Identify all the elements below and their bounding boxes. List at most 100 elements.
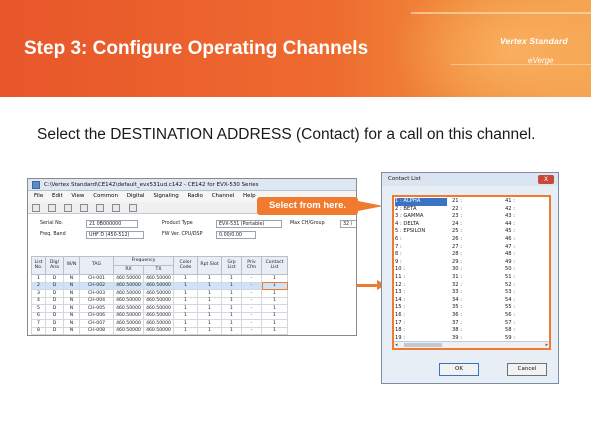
list-item[interactable]: 17 :: [395, 320, 447, 328]
list-item[interactable]: 47 :: [505, 244, 549, 252]
table-row[interactable]: 5 D N CH-005 460.50000 460.50000 1 1 1-1: [31, 304, 288, 313]
table-cell[interactable]: 1: [221, 281, 242, 290]
table-row[interactable]: 8 D N CH-008 460.50000 460.50000 1 1 1-1: [31, 326, 288, 335]
list-item[interactable]: 26 :: [452, 236, 498, 244]
table-cell[interactable]: 1: [197, 274, 222, 283]
table-cell[interactable]: 1: [31, 274, 46, 283]
table-cell[interactable]: D: [45, 289, 64, 298]
list-item[interactable]: 14 :: [395, 297, 447, 305]
table-cell[interactable]: 460.50000: [113, 289, 144, 298]
list-item[interactable]: 32 :: [452, 282, 498, 290]
list-item[interactable]: 12 :: [395, 282, 447, 290]
table-cell[interactable]: CH-004: [79, 296, 114, 305]
list-item[interactable]: 29 :: [452, 259, 498, 267]
list-item[interactable]: 13 :: [395, 289, 447, 297]
table-cell[interactable]: 1: [197, 304, 222, 313]
table-cell[interactable]: 7: [31, 319, 46, 328]
list-item[interactable]: 18 :: [395, 327, 447, 335]
list-item[interactable]: 11 :: [395, 274, 447, 282]
list-item[interactable]: 31 :: [452, 274, 498, 282]
table-cell[interactable]: 1: [261, 281, 288, 290]
table-cell[interactable]: 460.50000: [113, 296, 144, 305]
table-cell[interactable]: 1: [173, 319, 198, 328]
table-cell[interactable]: CH-001: [79, 274, 114, 283]
table-cell[interactable]: 1: [197, 296, 222, 305]
table-cell[interactable]: N: [63, 326, 80, 335]
table-cell[interactable]: 1: [261, 304, 288, 313]
list-item[interactable]: 58 :: [505, 327, 549, 335]
table-cell[interactable]: 1: [261, 289, 288, 298]
new-file-icon[interactable]: [32, 204, 40, 212]
table-cell[interactable]: 460.50000: [143, 311, 174, 320]
menu-edit[interactable]: Edit: [52, 193, 63, 199]
table-cell[interactable]: 460.50000: [143, 289, 174, 298]
list-item[interactable]: 48 :: [505, 251, 549, 259]
table-cell[interactable]: 460.50000: [113, 304, 144, 313]
list-item[interactable]: 33 :: [452, 289, 498, 297]
list-item[interactable]: 2 : BETA: [395, 206, 447, 214]
list-item[interactable]: 51 :: [505, 274, 549, 282]
table-cell[interactable]: -: [241, 274, 262, 283]
menu-signaling[interactable]: Signaling: [153, 193, 178, 199]
table-cell[interactable]: CH-007: [79, 319, 114, 328]
col-header[interactable]: TAG: [79, 256, 114, 275]
list-item[interactable]: 30 :: [452, 266, 498, 274]
list-item[interactable]: 24 :: [452, 221, 498, 229]
list-item[interactable]: 43 :: [505, 213, 549, 221]
table-cell[interactable]: -: [241, 304, 262, 313]
table-cell[interactable]: CH-008: [79, 326, 114, 335]
list-item[interactable]: 56 :: [505, 312, 549, 320]
table-cell[interactable]: 1: [173, 304, 198, 313]
list-item[interactable]: 9 :: [395, 259, 447, 267]
table-cell[interactable]: 1: [173, 326, 198, 335]
table-cell[interactable]: D: [45, 319, 64, 328]
table-cell[interactable]: 1: [221, 289, 242, 298]
contact-listbox[interactable]: 1 : ALPHA 2 : BETA 3 : GAMMA 4 : DELTA 5 : E…: [392, 195, 551, 350]
read-radio-icon[interactable]: [96, 204, 105, 212]
table-cell[interactable]: 1: [261, 311, 288, 320]
table-cell[interactable]: 3: [31, 289, 46, 298]
table-cell[interactable]: 1: [221, 319, 242, 328]
max-ch-field[interactable]: 32 /: [340, 220, 356, 228]
table-cell[interactable]: 1: [221, 296, 242, 305]
col-header[interactable]: Rpt Slot: [197, 256, 222, 275]
table-cell[interactable]: 5: [31, 304, 46, 313]
menu-digital[interactable]: Digital: [127, 193, 145, 199]
table-cell[interactable]: 460.50000: [113, 281, 144, 290]
list-item[interactable]: 34 :: [452, 297, 498, 305]
col-header[interactable]: Color Code: [173, 256, 198, 275]
table-cell[interactable]: D: [45, 311, 64, 320]
table-cell[interactable]: N: [63, 289, 80, 298]
table-cell[interactable]: D: [45, 281, 64, 290]
list-item[interactable]: 23 :: [452, 213, 498, 221]
list-item[interactable]: 38 :: [452, 327, 498, 335]
table-cell[interactable]: 1: [173, 281, 198, 290]
table-cell[interactable]: CH-002: [79, 281, 114, 290]
table-cell[interactable]: 1: [197, 326, 222, 335]
menu-common[interactable]: Common: [93, 193, 118, 199]
table-cell[interactable]: 460.50000: [143, 326, 174, 335]
table-cell[interactable]: 460.50000: [113, 319, 144, 328]
table-cell[interactable]: D: [45, 326, 64, 335]
table-row[interactable]: 1 D N CH-001 460.50000 460.50000 1 1 1-1: [31, 274, 288, 283]
list-item[interactable]: 36 :: [452, 312, 498, 320]
table-cell[interactable]: 1: [173, 274, 198, 283]
write-radio-icon[interactable]: [112, 204, 121, 212]
table-cell[interactable]: N: [63, 319, 80, 328]
scroll-left-icon[interactable]: ◂: [395, 342, 398, 348]
list-item[interactable]: 57 :: [505, 320, 549, 328]
table-cell[interactable]: 1: [197, 281, 222, 290]
list-item[interactable]: 21 :: [452, 198, 498, 206]
col-header[interactable]: Grp List: [221, 256, 242, 275]
list-item[interactable]: 46 :: [505, 236, 549, 244]
list-item[interactable]: 41 :: [505, 198, 549, 206]
freq-band-field[interactable]: UHF D (450-512): [86, 231, 144, 239]
table-cell[interactable]: 1: [261, 326, 288, 335]
table-cell[interactable]: -: [241, 296, 262, 305]
list-item[interactable]: 6 :: [395, 236, 447, 244]
table-cell[interactable]: 460.50000: [143, 304, 174, 313]
table-cell[interactable]: 460.50000: [113, 311, 144, 320]
table-cell[interactable]: -: [241, 281, 262, 290]
table-cell[interactable]: N: [63, 304, 80, 313]
table-cell[interactable]: 1: [197, 311, 222, 320]
